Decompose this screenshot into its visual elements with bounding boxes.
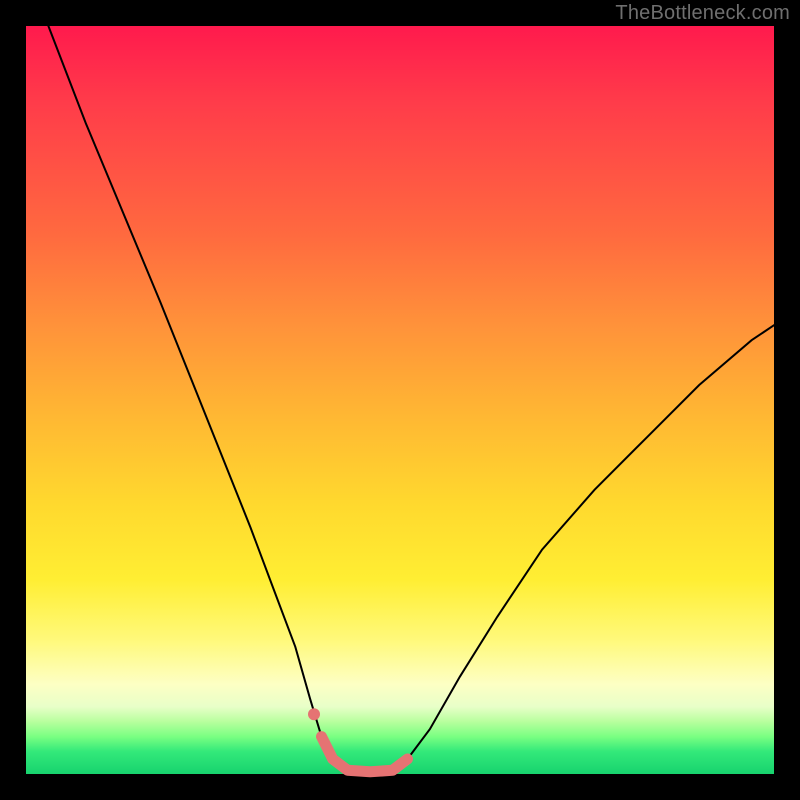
chart-svg: [26, 26, 774, 774]
optimal-dot: [308, 708, 320, 720]
chart-plot-area: [26, 26, 774, 774]
bottleneck-curve: [48, 26, 774, 772]
chart-frame: TheBottleneck.com: [0, 0, 800, 800]
watermark-text: TheBottleneck.com: [615, 2, 790, 25]
optimal-band: [322, 737, 408, 772]
